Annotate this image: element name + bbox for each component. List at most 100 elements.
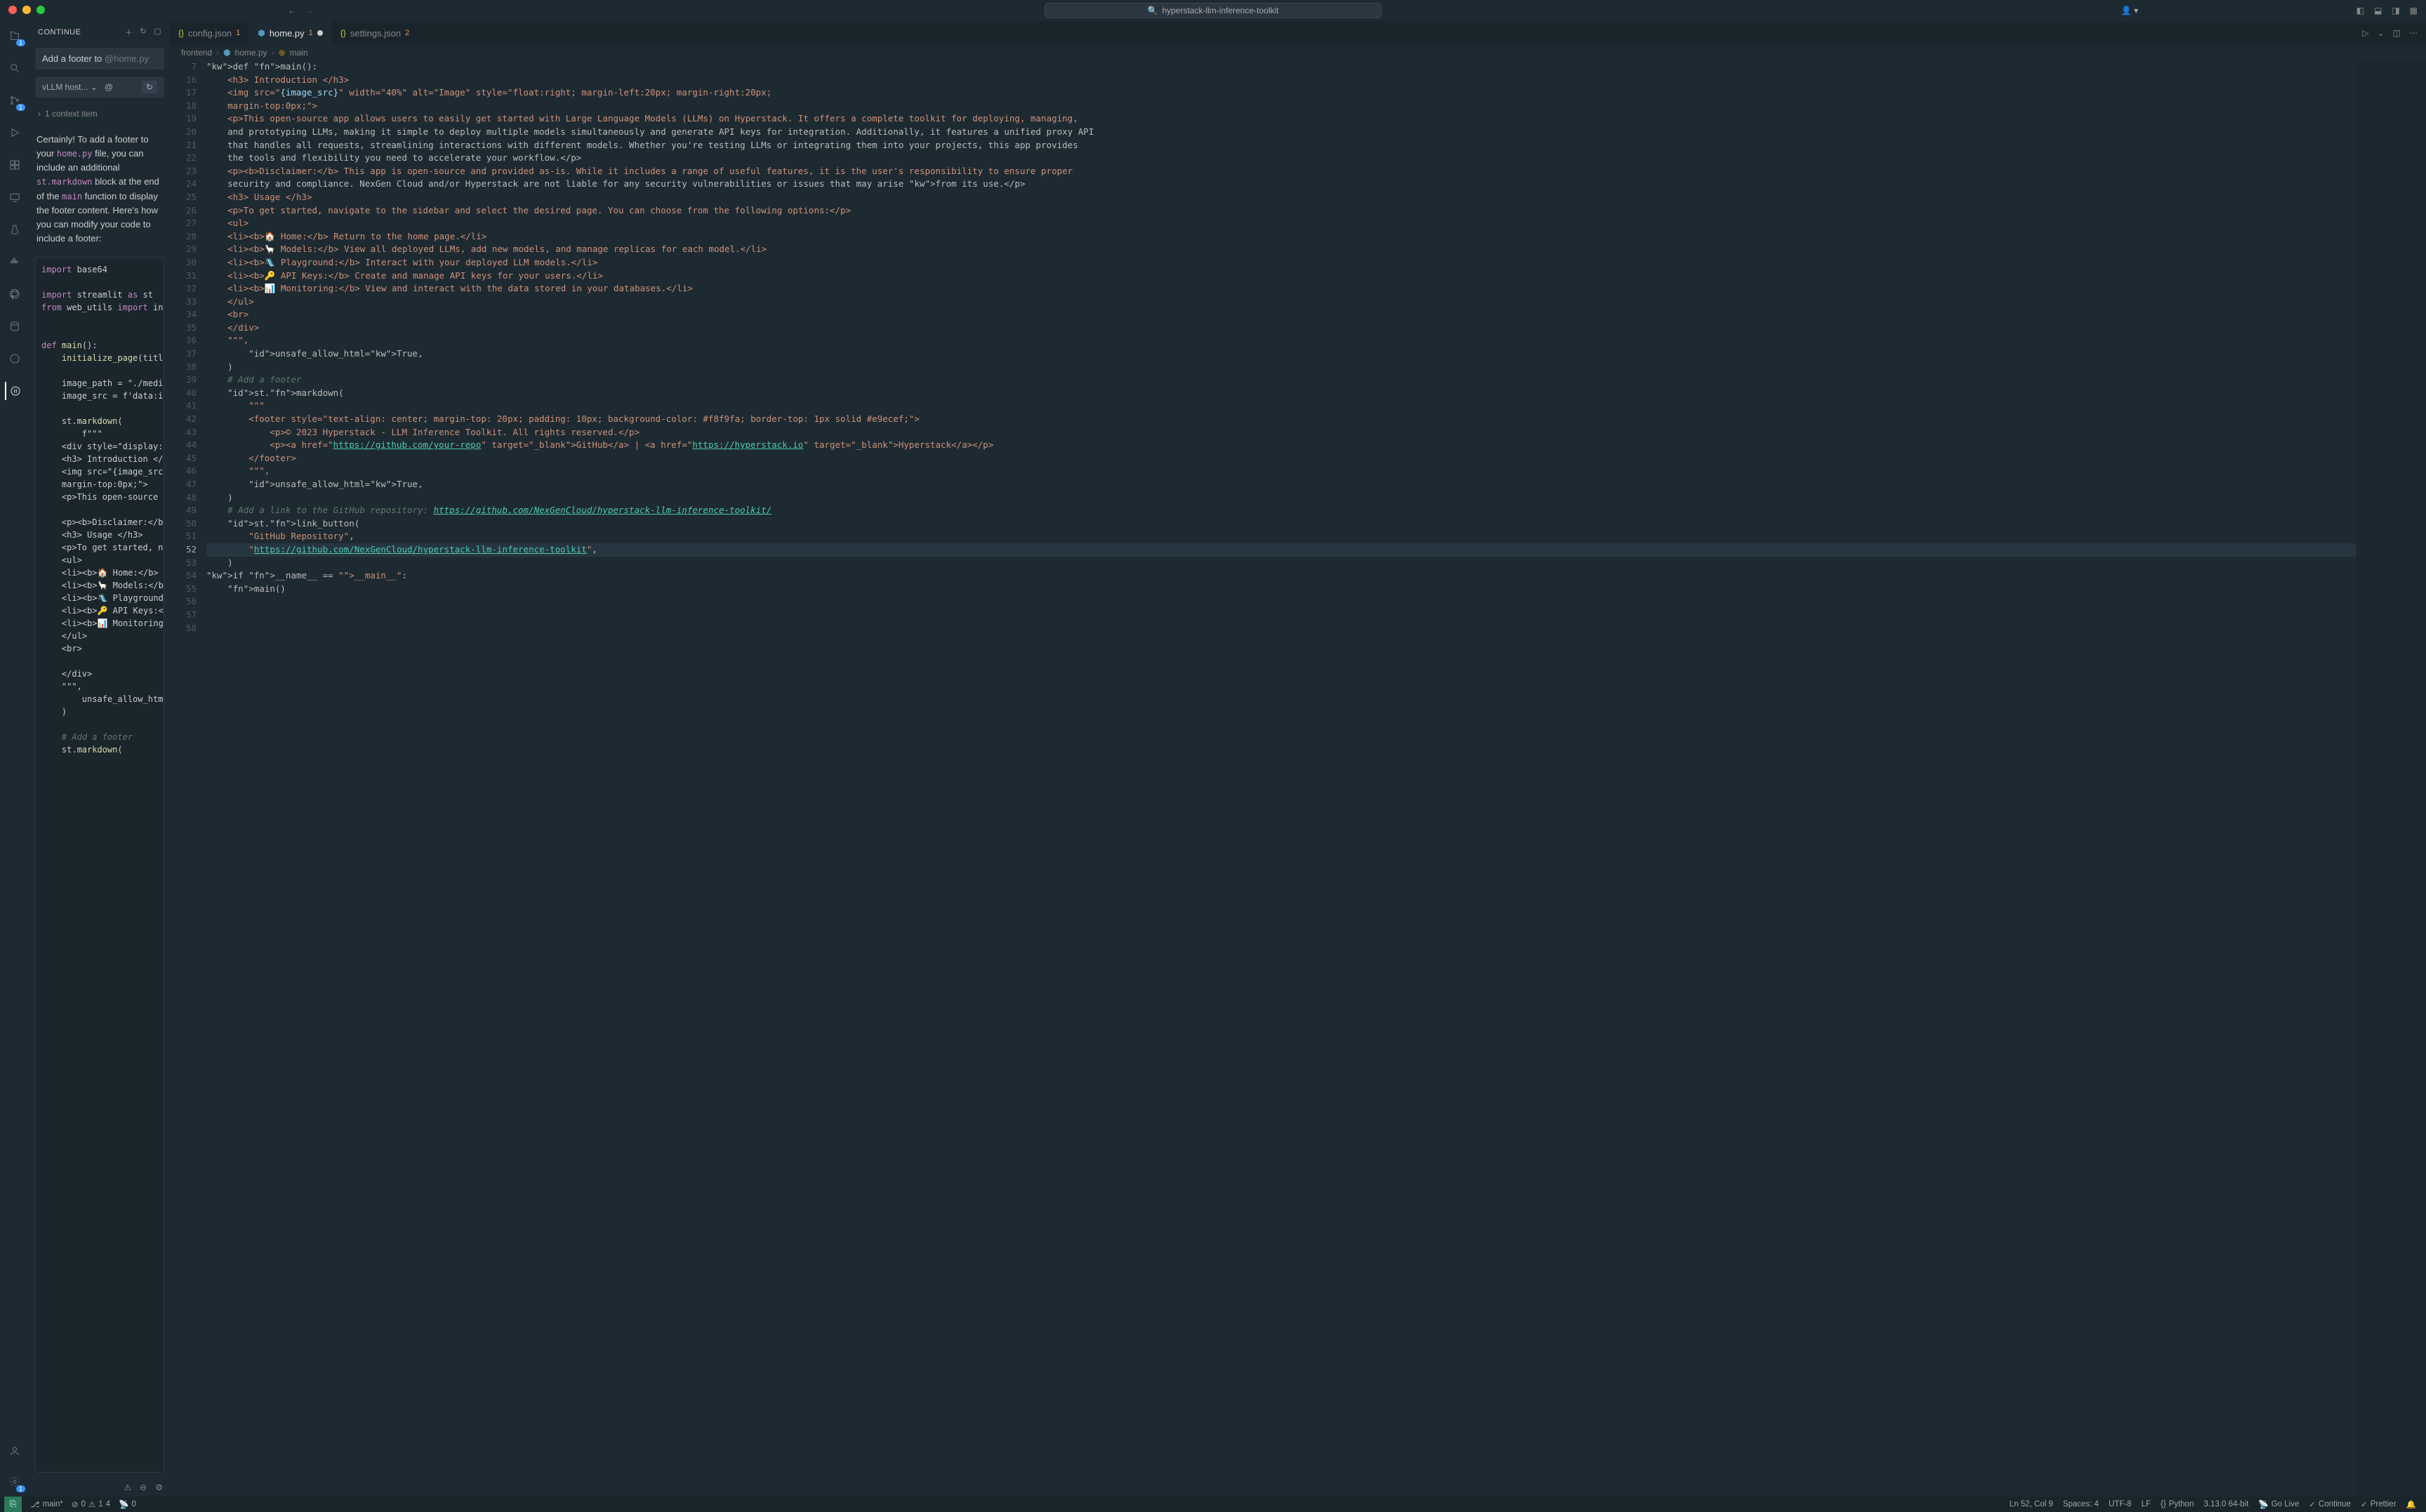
breadcrumb-folder: frontend (181, 48, 212, 58)
layout-grid-icon[interactable]: ▦ (2410, 6, 2418, 15)
accounts-icon[interactable] (6, 1442, 24, 1460)
minimize-window-button[interactable] (22, 6, 31, 14)
minus-icon[interactable]: ⊖ (140, 1483, 147, 1492)
layout-right-icon[interactable]: ◨ (2392, 6, 2399, 15)
code-lines[interactable]: "kw">def "fn">main(): <h3> Introduction … (206, 60, 2356, 1497)
language-mode[interactable]: {} Python (2161, 1500, 2194, 1508)
notifications-icon[interactable]: 🔔 (2406, 1499, 2416, 1509)
panel-header: CONTINUE ＋ ↻ ▢ (29, 21, 170, 44)
history-icon[interactable]: ↻ (140, 27, 147, 38)
remote-indicator[interactable]: ⎘ (4, 1497, 22, 1512)
tab-badge: 2 (405, 29, 409, 37)
model-selector[interactable]: vLLM host... ⌄ @ ↻ (35, 77, 164, 98)
go-live[interactable]: 📡 Go Live (2258, 1499, 2299, 1509)
chat-input-text: Add a footer to (42, 53, 102, 64)
continue-icon[interactable] (5, 382, 23, 400)
problems-indicator[interactable]: ⊘ 0 ⚠ 1 4 (72, 1499, 110, 1509)
run-debug-icon[interactable] (6, 124, 24, 142)
maximize-window-button[interactable] (37, 6, 45, 14)
breadcrumb[interactable]: frontend › ⬢ home.py › ⊕ main (170, 45, 2426, 60)
new-chat-icon[interactable]: ＋ (125, 27, 133, 38)
command-center[interactable]: 🔍 hyperstack-llm-inference-toolkit (1045, 3, 1381, 18)
encoding[interactable]: UTF-8 (2109, 1500, 2132, 1508)
split-editor-icon[interactable]: ◫ (2393, 28, 2401, 38)
editor-tabs: {} config.json 1 ⬢ home.py 1 {} settings… (170, 21, 2426, 45)
window-title: hyperstack-llm-inference-toolkit (1162, 6, 1278, 15)
statusbar: ⎘ ⎇ main* ⊘ 0 ⚠ 1 4 📡 0 Ln 52, Col 9 Spa… (0, 1497, 2426, 1512)
source-control-icon[interactable]: 1 (6, 91, 24, 110)
panel-footer: ⚠ ⊖ ⚙ (29, 1478, 170, 1497)
github-icon[interactable] (6, 285, 24, 303)
breadcrumb-file: home.py (235, 48, 267, 58)
chevron-right-icon: › (216, 48, 219, 58)
editor-actions: ▷ ⌄ ◫ ⋯ (2362, 21, 2426, 45)
tab-label: home.py (270, 28, 305, 39)
tab-label: settings.json (350, 28, 401, 39)
tab-settings-json[interactable]: {} settings.json 2 (332, 21, 418, 45)
refresh-icon[interactable]: ↻ (142, 81, 157, 93)
search-activity-icon[interactable] (6, 59, 24, 77)
code-editor[interactable]: 7161718192021222324252627282930313233343… (170, 60, 2426, 1497)
activity-bar: 1 1 1 (0, 21, 29, 1497)
remote-explorer-icon[interactable] (6, 188, 24, 206)
nav-arrows: ← → (288, 6, 313, 15)
continue-status[interactable]: ✓ Continue (2309, 1499, 2351, 1509)
chat-input-mention: @home.py (105, 53, 149, 64)
eol[interactable]: LF (2141, 1500, 2150, 1508)
chat-response: Certainly! To add a footer to your home.… (29, 127, 170, 251)
extensions-icon[interactable] (6, 156, 24, 174)
testing-icon[interactable] (6, 220, 24, 239)
window-controls (0, 0, 53, 20)
ports-indicator[interactable]: 📡 0 (119, 1499, 136, 1509)
explorer-icon[interactable]: 1 (6, 27, 24, 45)
code-suggestion: import base64 import streamlit as st fro… (35, 257, 164, 1473)
titlebar: ← → 🔍 hyperstack-llm-inference-toolkit 👤… (0, 0, 2426, 21)
modified-dot-icon (317, 30, 323, 36)
model-name: vLLM host... (42, 82, 88, 92)
close-window-button[interactable] (8, 6, 17, 14)
tab-config-json[interactable]: {} config.json 1 (170, 21, 249, 45)
warning-icon[interactable]: ⚠ (124, 1483, 131, 1492)
git-branch[interactable]: ⎇ main* (30, 1499, 63, 1509)
database-icon[interactable] (6, 317, 24, 336)
chat-input[interactable]: Add a footer to @home.py (35, 48, 164, 69)
chevron-right-icon: › (38, 109, 41, 119)
layout-left-icon[interactable]: ◧ (2357, 6, 2364, 15)
jupyter-icon[interactable] (6, 350, 24, 368)
breadcrumb-symbol: main (290, 48, 308, 58)
account-icon[interactable]: 👤 ▾ (2121, 6, 2138, 15)
python-icon: ⬢ (223, 48, 230, 58)
nav-back-button[interactable]: ← (288, 6, 296, 15)
run-icon[interactable]: ▷ (2362, 28, 2368, 38)
layout-bottom-icon[interactable]: ⬓ (2374, 6, 2382, 15)
function-icon: ⊕ (279, 48, 286, 58)
panel-title: CONTINUE (38, 28, 81, 37)
continue-panel: CONTINUE ＋ ↻ ▢ Add a footer to @home.py … (29, 21, 170, 1497)
tab-badge: 1 (236, 29, 240, 37)
tab-home-py[interactable]: ⬢ home.py 1 (249, 21, 331, 45)
gear-icon[interactable]: ⚙ (155, 1483, 163, 1492)
titlebar-right-icons: ◧ ⬓ ◨ ▦ (2357, 6, 2418, 15)
indentation[interactable]: Spaces: 4 (2063, 1500, 2099, 1508)
nav-forward-button[interactable]: → (305, 6, 313, 15)
line-gutter: 7161718192021222324252627282930313233343… (170, 60, 206, 1497)
python-interpreter[interactable]: 3.13.0 64-bit (2203, 1500, 2248, 1508)
docker-icon[interactable] (6, 253, 24, 271)
context-toggle[interactable]: › 1 context item (35, 105, 164, 123)
json-icon: {} (340, 28, 346, 38)
settings-gear-icon[interactable]: 1 (6, 1473, 24, 1491)
minimap[interactable] (2356, 60, 2426, 1497)
context-count: 1 context item (45, 109, 98, 119)
prettier-status[interactable]: ✓ Prettier (2361, 1499, 2397, 1509)
run-dropdown-icon[interactable]: ⌄ (2378, 28, 2385, 38)
cursor-position[interactable]: Ln 52, Col 9 (2010, 1500, 2053, 1508)
tab-badge: 1 (309, 29, 313, 37)
python-icon: ⬢ (258, 28, 265, 38)
chevron-right-icon: › (272, 48, 274, 58)
search-icon: 🔍 (1147, 6, 1158, 15)
editor-area: {} config.json 1 ⬢ home.py 1 {} settings… (170, 21, 2426, 1497)
tab-label: config.json (188, 28, 232, 39)
more-actions-icon[interactable]: ⋯ (2409, 28, 2418, 38)
toggle-panel-icon[interactable]: ▢ (154, 27, 161, 38)
json-icon: {} (178, 28, 184, 38)
